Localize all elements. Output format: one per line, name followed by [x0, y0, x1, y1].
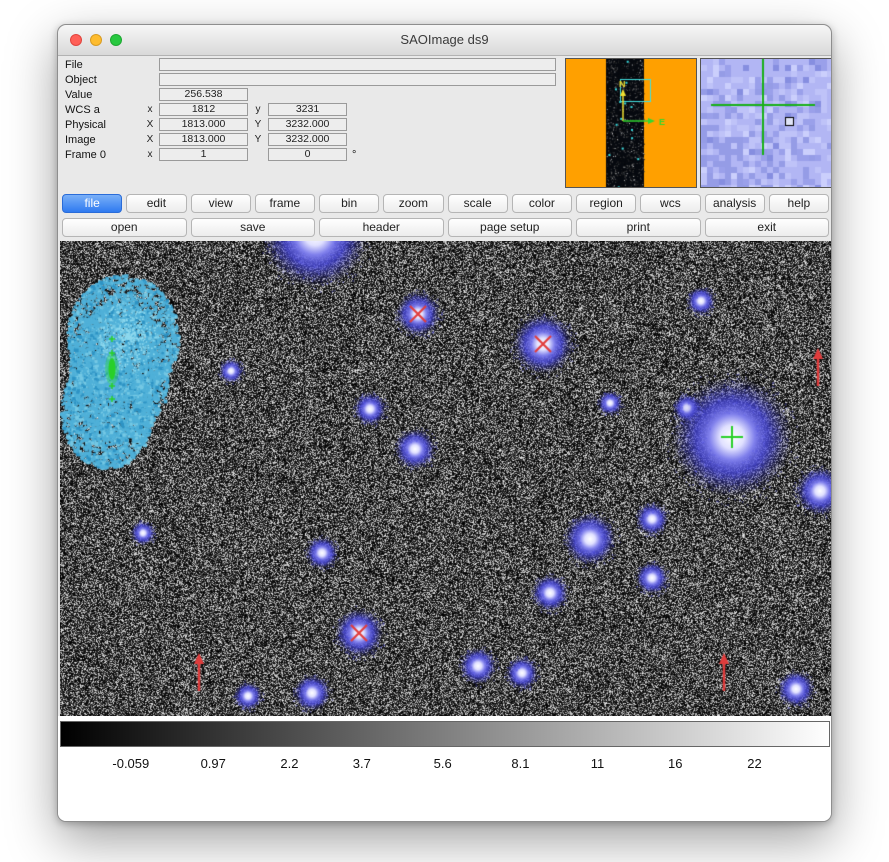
physical-y-field[interactable]: 3232.000	[268, 118, 347, 131]
minimize-button[interactable]	[90, 34, 102, 46]
menu-frame[interactable]: frame	[255, 194, 315, 213]
menu-zoom[interactable]: zoom	[383, 194, 443, 213]
menu-bin[interactable]: bin	[319, 194, 379, 213]
colorbar-tick: 3.7	[353, 756, 371, 771]
titlebar: SAOImage ds9	[58, 25, 831, 56]
colorbar-tick: 11	[591, 756, 605, 771]
object-label: Object	[65, 74, 141, 86]
colorbar-tick: 5.6	[434, 756, 452, 771]
image-x-label: X	[141, 134, 159, 145]
frame-rotate-field[interactable]: 0	[268, 148, 347, 161]
colorbar-tick: 0.97	[201, 756, 226, 771]
window-title: SAOImage ds9	[58, 25, 831, 55]
menu-wcs[interactable]: wcs	[640, 194, 700, 213]
close-button[interactable]	[70, 34, 82, 46]
colorbar-tick: -0.059	[112, 756, 149, 771]
wcs-x-label: x	[141, 104, 159, 115]
physical-y-label: Y	[248, 119, 268, 130]
menu-row: fileedit viewframebinzoom scalecolorregion…	[60, 193, 831, 215]
wcs-label: WCS a	[65, 104, 141, 116]
info-row-image: Image X 1813.000 Y 3232.000	[65, 132, 556, 147]
info-panel: File Object Value 256.538 WCS a x 1812 y…	[65, 57, 556, 162]
menu-help[interactable]: help	[769, 194, 829, 213]
fullscreen-button[interactable]	[110, 34, 122, 46]
toolbar-save[interactable]: save	[191, 218, 316, 237]
colorbar[interactable]	[60, 721, 830, 747]
value-field[interactable]: 256.538	[159, 88, 248, 101]
degree-label: °	[352, 149, 356, 161]
toolbar-print[interactable]: print	[576, 218, 701, 237]
file-field[interactable]	[159, 58, 556, 71]
window-controls	[70, 34, 122, 46]
object-field[interactable]	[159, 73, 556, 86]
menu-region[interactable]: region	[576, 194, 636, 213]
panner-canvas[interactable]	[565, 58, 697, 188]
image-x-field[interactable]: 1813.000	[159, 133, 248, 146]
colorbar-ticks: -0.059 0.97 2.2 3.7 5.6 8.1 11 16 22	[60, 756, 830, 776]
menu-edit[interactable]: edit	[126, 194, 186, 213]
toolbar-open[interactable]: open	[62, 218, 187, 237]
frame-label: Frame 0	[65, 149, 141, 161]
physical-x-field[interactable]: 1813.000	[159, 118, 248, 131]
info-row-value: Value 256.538	[65, 87, 556, 102]
colorbar-tick: 16	[668, 756, 682, 771]
menu-analysis[interactable]: analysis	[705, 194, 765, 213]
info-row-file: File	[65, 57, 556, 72]
frame-x-label: x	[141, 149, 159, 160]
wcs-x-field[interactable]: 1812	[159, 103, 248, 116]
menu-color[interactable]: color	[512, 194, 572, 213]
physical-label: Physical	[65, 119, 141, 131]
image-y-field[interactable]: 3232.000	[268, 133, 347, 146]
toolbar-exit[interactable]: exit	[705, 218, 830, 237]
image-label: Image	[65, 134, 141, 146]
info-row-physical: Physical X 1813.000 Y 3232.000	[65, 117, 556, 132]
magnifier-canvas	[700, 58, 832, 188]
file-label: File	[65, 59, 141, 71]
image-y-label: Y	[248, 134, 268, 145]
info-row-object: Object	[65, 72, 556, 87]
image-canvas[interactable]	[60, 241, 831, 716]
info-row-frame: Frame 0 x 1 0 °	[65, 147, 556, 162]
wcs-y-label: y	[248, 104, 268, 115]
menu-view[interactable]: view	[191, 194, 251, 213]
ds9-window: SAOImage ds9 File Object Value 256.538 W…	[57, 24, 832, 822]
toolbar-header[interactable]: header	[319, 218, 444, 237]
menu-file[interactable]: file	[62, 194, 122, 213]
wcs-y-field[interactable]: 3231	[268, 103, 347, 116]
menu-scale[interactable]: scale	[448, 194, 508, 213]
colorbar-tick: 8.1	[511, 756, 529, 771]
physical-x-label: X	[141, 119, 159, 130]
colorbar-area: -0.059 0.97 2.2 3.7 5.6 8.1 11 16 22	[58, 716, 831, 821]
colorbar-tick: 2.2	[280, 756, 298, 771]
value-label: Value	[65, 89, 141, 101]
info-row-wcs: WCS a x 1812 y 3231	[65, 102, 556, 117]
toolbar-row: opensaveheaderpage setupprintexit	[60, 217, 831, 239]
colorbar-tick: 22	[747, 756, 761, 771]
frame-zoom-field[interactable]: 1	[159, 148, 248, 161]
desktop: SAOImage ds9 File Object Value 256.538 W…	[0, 0, 889, 862]
toolbar-page-setup[interactable]: page setup	[448, 218, 573, 237]
